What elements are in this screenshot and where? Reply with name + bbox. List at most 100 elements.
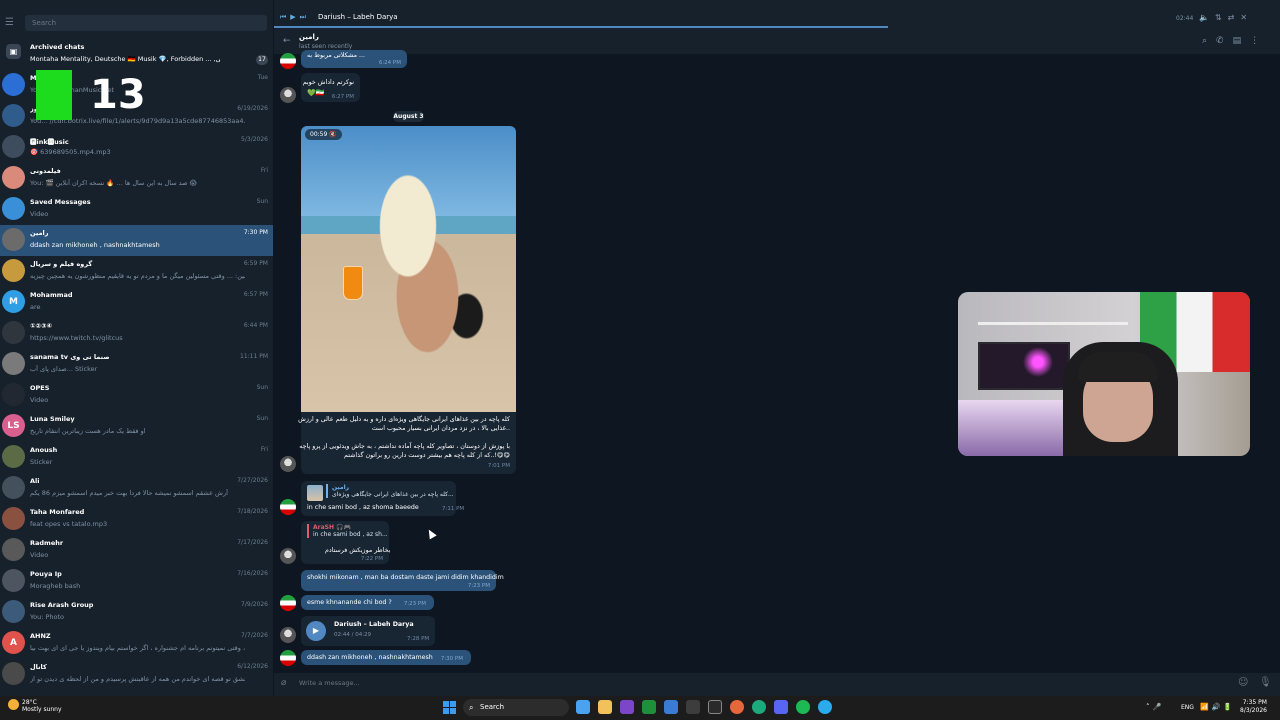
network-volume-battery-icons[interactable]: 📶🔊🔋 — [1200, 703, 1235, 711]
chat-item[interactable]: فیلمدونی You: 🎬 صد سال به این سال ها ... … — [0, 163, 273, 194]
reply-message: رامین کله پاچه در بین غذاهای ایرانی جایگ… — [301, 481, 464, 516]
chat-item[interactable]: LS Luna Smiley او فقط یک مادر هست زیباترین… — [0, 411, 273, 442]
chat-item[interactable]: Taha Monfared feat opes vs tatalo.mp3 7/18… — [0, 504, 273, 535]
chat-item[interactable]: رامین ddash zan mikhoneh , nashnakhtamesh… — [0, 225, 273, 256]
chat-item[interactable]: ①②③④ https://www.twitch.tv/glitcus 6:44 PM — [0, 318, 273, 349]
weather-temp: 28°C — [22, 699, 37, 706]
chat-item[interactable]: sanama tv صنما تی وی صدای پای آب... Stick… — [0, 349, 273, 380]
chat-time: Sun — [256, 415, 268, 422]
chat-item[interactable]: OPES Video Sun — [0, 380, 273, 411]
chat-name: Rise Arash Group — [30, 601, 94, 609]
audio-play-button[interactable]: ▶ — [306, 621, 326, 641]
taskbar-search[interactable]: ⌕ Search — [463, 699, 569, 716]
chat-time: Fri — [260, 446, 268, 453]
caption-line: با پوزش از دوستان ، تصاویر کله پاچه آماد… — [299, 443, 510, 450]
spotify-icon[interactable] — [796, 700, 810, 714]
obs-icon[interactable] — [664, 700, 678, 714]
reply-snippet: in che sami bod , az sh... — [313, 531, 388, 538]
message-text: esme khnanande chi bod ? — [307, 599, 392, 606]
message-time: 6:24 PM — [378, 60, 401, 66]
start-icon[interactable] — [443, 701, 456, 714]
message-input[interactable]: Write a message... — [299, 679, 360, 687]
audio-message[interactable]: ▶ Dariush – Labeh Darya 02:44 / 04:29 7:… — [301, 616, 435, 646]
header-actions[interactable]: ⌕✆▤⋮ — [1202, 36, 1268, 46]
chat-item[interactable]: کانال هر جا که از عشق تو قصه ای خواندم من… — [0, 659, 273, 690]
message-text: بخاطر موزیکش فرستادم — [325, 547, 391, 554]
window-controls[interactable]: 🔈⇅⇄✕ — [1199, 13, 1253, 22]
app-icon[interactable] — [686, 700, 700, 714]
github-icon[interactable] — [708, 700, 722, 714]
avatar — [2, 259, 25, 282]
system-tray[interactable]: ˄🎤 — [1146, 703, 1164, 711]
chat-item[interactable]: Saved Messages Video Sun — [0, 194, 273, 225]
weather-widget[interactable]: 28°C Mostly sunny — [22, 699, 62, 713]
chat-preview: ddash zan mikhoneh , nashnakhtamesh — [30, 241, 160, 249]
avatar — [2, 600, 25, 623]
mute-icon[interactable]: 🔇 — [329, 131, 336, 138]
message-bubble: ddash zan mikhoneh , nashnakhtamesh 7:30… — [301, 650, 471, 665]
microphone-icon[interactable]: 🎙 — [1259, 677, 1272, 688]
player-controls[interactable]: ⏮▶⏭ — [280, 13, 310, 22]
message-text: مشکلاتی مربوط به ... — [307, 52, 366, 59]
taskbar-search-label: Search — [480, 703, 505, 711]
clock[interactable]: 7:35 PM 8/3/2026 — [1240, 699, 1267, 715]
chat-preview: are — [30, 303, 41, 311]
chat-time: Sun — [256, 198, 268, 205]
firefox-icon[interactable] — [730, 700, 744, 714]
archived-chats[interactable]: ▣ Archived chats Montaha Mentality, Deut… — [0, 39, 273, 70]
task-view-icon[interactable] — [576, 700, 590, 714]
chat-item[interactable]: Rise Arash Group You: Photo 7/9/2026 — [0, 597, 273, 628]
search-input[interactable]: Search — [25, 15, 267, 31]
track-title: Dariush – Labeh Darya — [318, 13, 398, 21]
message-time: 7:23 PM — [403, 601, 426, 607]
reply-quote[interactable]: رامین کله پاچه در بین غذاهای ایرانی جایگ… — [326, 484, 454, 498]
chat-item[interactable]: Pouya Ip Moragheb bash 7/16/2026 — [0, 566, 273, 597]
chat-preview: 🎯 639689505.mp4.mp3 — [30, 148, 111, 156]
avatar — [2, 507, 25, 530]
chat-name: Anoush — [30, 446, 58, 454]
avatar — [2, 73, 25, 96]
telegram-icon[interactable] — [818, 700, 832, 714]
reply-author: AraSH 🎧🎮 — [313, 524, 352, 531]
weather-text: Mostly sunny — [22, 706, 62, 713]
webcam-person-hair — [1078, 352, 1158, 382]
chat-name: Pouya Ip — [30, 570, 62, 578]
message-bubble: نوکرتم داداش خوبم 💚🇮🇷 6:27 PM — [301, 73, 360, 102]
message-time: 6:27 PM — [331, 94, 354, 100]
chat-name: فیلمدونی — [30, 167, 61, 175]
message-time: 7:30 PM — [440, 656, 463, 662]
chat-name: Mohammad — [30, 291, 73, 299]
chat-item[interactable]: 🅿ink🅼usic 🎯 639689505.mp4.mp3 5/3/2026 — [0, 132, 273, 163]
video-subject — [356, 166, 486, 366]
chat-preview: Moragheb bash — [30, 582, 81, 590]
chat-list-sidebar: ☰ Search ▣ Archived chats Montaha Mental… — [0, 0, 273, 696]
edge-icon[interactable] — [752, 700, 766, 714]
chat-preview: Video — [30, 210, 49, 218]
webcam-overlay — [958, 292, 1250, 456]
xbox-icon[interactable] — [642, 700, 656, 714]
overlay-k-mark — [36, 70, 72, 120]
chat-item[interactable]: گروه فیلم و سریال رامین: ... وقتی مسئولین… — [0, 256, 273, 287]
language-indicator[interactable]: ENG — [1181, 704, 1194, 711]
back-arrow-icon[interactable]: ← — [283, 36, 291, 46]
attach-icon[interactable]: ⌀ — [281, 678, 286, 688]
discord-icon[interactable] — [774, 700, 788, 714]
overlay-number: 13 — [90, 72, 146, 118]
reply-quote[interactable]: AraSH 🎧🎮 in che sami bod , az sh... — [307, 524, 388, 538]
chat-time: 7/16/2026 — [237, 570, 268, 577]
twitch-icon[interactable] — [620, 700, 634, 714]
menu-icon[interactable]: ☰ — [5, 18, 15, 28]
avatar — [280, 87, 296, 103]
chat-item[interactable]: A AHNZ سلام آرش جون ، وقتی نمیتونم برنامه … — [0, 628, 273, 659]
video-message[interactable]: 00:59 🔇 — [301, 126, 516, 412]
file-explorer-icon[interactable] — [598, 700, 612, 714]
archived-title: Archived chats — [30, 43, 85, 51]
chat-item[interactable]: M Mohammad are 6:57 PM — [0, 287, 273, 318]
chat-item[interactable]: Anoush Sticker Fri — [0, 442, 273, 473]
message-text: نوکرتم داداش خوبم — [302, 79, 354, 86]
chat-item[interactable]: Radmehr Video 7/17/2026 — [0, 535, 273, 566]
chat-preview: صدای پای آب... Sticker — [30, 365, 98, 373]
emoji-icon[interactable]: ☺ — [1238, 677, 1248, 688]
audio-title: Dariush – Labeh Darya — [334, 621, 414, 628]
chat-item[interactable]: Ali آرش عشقم اسمشو نمیشه حالا فردا بهت خب… — [0, 473, 273, 504]
